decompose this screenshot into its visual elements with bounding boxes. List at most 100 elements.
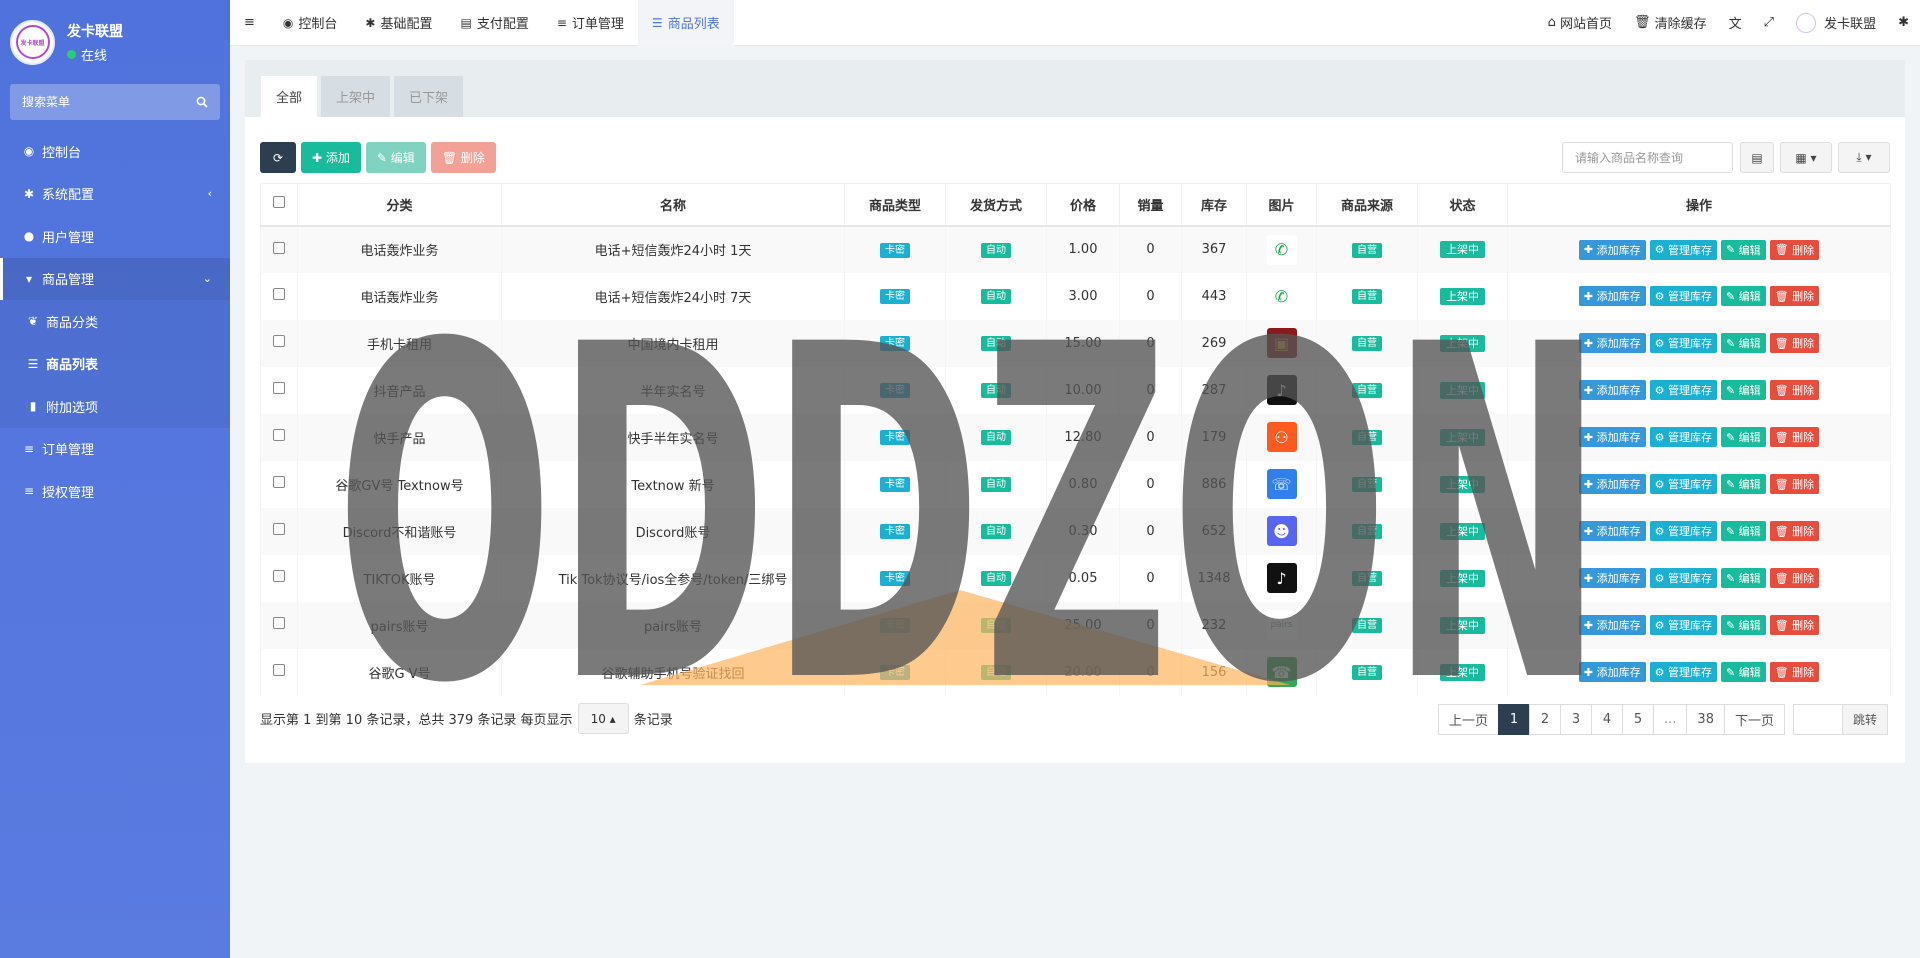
add-stock-button[interactable]: ✚ 添加库存	[1578, 333, 1646, 353]
row-delete-button[interactable]: 🗑 删除	[1769, 239, 1820, 260]
tab-orders[interactable]: ≡ 订单管理	[543, 0, 638, 46]
phone-icon[interactable]: ✆	[1266, 234, 1297, 265]
language-button[interactable]: 文	[1718, 13, 1753, 32]
tab-payment-config[interactable]: ▤ 支付配置	[446, 0, 542, 46]
row-checkbox[interactable]	[273, 476, 285, 488]
col-ship[interactable]: 发货方式	[945, 183, 1047, 227]
col-source[interactable]: 商品来源	[1316, 183, 1418, 227]
status-badge[interactable]: 上架中	[1440, 475, 1485, 493]
row-edit-button[interactable]: ✎ 编辑	[1720, 427, 1766, 447]
row-edit-button[interactable]: ✎ 编辑	[1720, 521, 1766, 541]
row-edit-button[interactable]: ✎ 编辑	[1720, 474, 1766, 494]
add-stock-button[interactable]: ✚ 添加库存	[1578, 662, 1646, 682]
table-row[interactable]: pairs账号 pairs账号 卡密 自动 25.00 0 232 pairs 自营 上架中 ✚ 添…	[260, 601, 1891, 649]
status-badge[interactable]: 上架中	[1440, 428, 1485, 446]
row-edit-button[interactable]: ✎ 编辑	[1720, 380, 1766, 400]
page-button[interactable]: 5	[1622, 704, 1655, 735]
row-delete-button[interactable]: 🗑 删除	[1769, 662, 1820, 682]
manage-stock-button[interactable]: ⚙ 管理库存	[1649, 521, 1717, 541]
sim-card-icon[interactable]: ▣	[1266, 328, 1297, 358]
row-delete-button[interactable]: 🗑 删除	[1769, 333, 1820, 353]
jump-button[interactable]: 跳转	[1841, 704, 1888, 735]
delete-button[interactable]: 🗑 删除	[430, 142, 496, 173]
sidebar-item-license[interactable]: ≡ 授权管理	[0, 470, 230, 513]
status-badge[interactable]: 上架中	[1440, 522, 1485, 540]
kuaishou-icon[interactable]: ⚇	[1266, 422, 1297, 452]
row-delete-button[interactable]: 🗑 删除	[1769, 474, 1820, 494]
add-button[interactable]: ✚ 添加	[301, 142, 361, 173]
manage-stock-button[interactable]: ⚙ 管理库存	[1649, 568, 1717, 588]
add-stock-button[interactable]: ✚ 添加库存	[1578, 286, 1646, 306]
manage-stock-button[interactable]: ⚙ 管理库存	[1649, 239, 1717, 260]
row-checkbox[interactable]	[273, 664, 285, 676]
col-status[interactable]: 状态	[1417, 183, 1508, 227]
manage-stock-button[interactable]: ⚙ 管理库存	[1649, 427, 1717, 447]
add-stock-button[interactable]: ✚ 添加库存	[1578, 474, 1646, 494]
row-checkbox[interactable]	[273, 523, 285, 535]
sidebar-item-product-category[interactable]: ❦ 商品分类	[0, 300, 230, 343]
page-button[interactable]: 2	[1529, 704, 1562, 735]
manage-stock-button[interactable]: ⚙ 管理库存	[1649, 333, 1717, 353]
row-checkbox[interactable]	[273, 335, 285, 347]
site-home-link[interactable]: ⌂ 网站首页	[1537, 13, 1623, 32]
row-checkbox[interactable]	[273, 382, 285, 394]
export-button[interactable]: ⤓ ▾	[1838, 142, 1890, 173]
manage-stock-button[interactable]: ⚙ 管理库存	[1649, 662, 1717, 682]
col-image[interactable]: 图片	[1246, 183, 1317, 227]
avatar[interactable]: 发卡联盟	[10, 19, 55, 65]
row-checkbox[interactable]	[273, 617, 285, 629]
page-button[interactable]: 3	[1560, 704, 1593, 735]
col-actions[interactable]: 操作	[1507, 183, 1891, 227]
tab-all[interactable]: 全部	[261, 76, 318, 117]
table-row[interactable]: 手机卡租用 中国境内卡租用 卡密 自动 15.00 0 269 ▣ 自营 上架中 ✚ 添加库存 ⚙ 管…	[260, 319, 1891, 367]
table-row[interactable]: Discord不和谐账号 Discord账号 卡密 自动 0.30 0 652 ☻ 自营 上架中 ✚…	[260, 507, 1891, 555]
sidebar-item-system-config[interactable]: ✱ 系统配置 ‹	[0, 173, 230, 216]
manage-stock-button[interactable]: ⚙ 管理库存	[1649, 474, 1717, 494]
row-delete-button[interactable]: 🗑 删除	[1769, 615, 1820, 635]
user-menu[interactable]: 发卡联盟	[1785, 12, 1887, 33]
sidebar-item-dashboard[interactable]: ◉ 控制台	[0, 130, 230, 173]
search-icon[interactable]	[196, 96, 208, 108]
jump-page-input[interactable]	[1792, 704, 1843, 735]
row-delete-button[interactable]: 🗑 删除	[1769, 427, 1820, 447]
add-stock-button[interactable]: ✚ 添加库存	[1578, 521, 1646, 541]
fullscreen-button[interactable]: ⤢	[1753, 15, 1785, 30]
table-row[interactable]: 抖音产品 半年实名号 卡密 自动 10.00 0 287 ♪ 自营 上架中 ✚ 添加库存 ⚙ 管理库存…	[260, 366, 1891, 414]
row-edit-button[interactable]: ✎ 编辑	[1720, 615, 1766, 635]
settings-button[interactable]: ✱	[1887, 15, 1920, 30]
row-delete-button[interactable]: 🗑 删除	[1769, 568, 1820, 588]
tab-on-sale[interactable]: 上架中	[321, 76, 391, 117]
table-row[interactable]: 快手产品 快手半年实名号 卡密 自动 12.80 0 179 ⚇ 自营 上架中 ✚ 添加库存 ⚙ 管理…	[260, 413, 1891, 461]
manage-stock-button[interactable]: ⚙ 管理库存	[1649, 615, 1717, 635]
col-type[interactable]: 商品类型	[844, 183, 946, 227]
tab-off-sale[interactable]: 已下架	[394, 76, 464, 117]
status-badge[interactable]: 上架中	[1440, 241, 1485, 258]
table-row[interactable]: TIKTOK账号 Tik Tok协议号/ios全参号/token/三绑号 卡密 自动 0…	[260, 554, 1891, 602]
table-row[interactable]: 谷歌GV号 Textnow号 Textnow 新号 卡密 自动 0.80 0 886 ☏ 自营 上…	[260, 460, 1891, 508]
row-edit-button[interactable]: ✎ 编辑	[1720, 333, 1766, 353]
row-delete-button[interactable]: 🗑 删除	[1769, 521, 1820, 541]
page-button[interactable]: 1	[1498, 704, 1531, 735]
prev-page-button[interactable]: 上一页	[1438, 704, 1500, 735]
manage-stock-button[interactable]: ⚙ 管理库存	[1649, 380, 1717, 400]
clear-cache-button[interactable]: 🗑 清除缓存	[1623, 13, 1718, 32]
tab-basic-config[interactable]: ✱ 基础配置	[351, 0, 446, 46]
page-size-select[interactable]: 10 ▴	[577, 703, 629, 734]
page-button[interactable]: 4	[1591, 704, 1624, 735]
next-page-button[interactable]: 下一页	[1723, 704, 1785, 735]
add-stock-button[interactable]: ✚ 添加库存	[1578, 427, 1646, 447]
col-stock[interactable]: 库存	[1181, 183, 1247, 227]
table-row[interactable]: 电话轰炸业务 电话+短信轰炸24小时 1天 卡密 自动 1.00 0 367 ✆ 自营 上架中 ✚ …	[260, 225, 1891, 273]
row-delete-button[interactable]: 🗑 删除	[1769, 286, 1820, 306]
status-badge[interactable]: 上架中	[1440, 381, 1485, 399]
select-all-checkbox[interactable]	[273, 196, 285, 209]
row-checkbox[interactable]	[273, 570, 285, 582]
col-price[interactable]: 价格	[1046, 183, 1120, 227]
row-edit-button[interactable]: ✎ 编辑	[1720, 239, 1766, 260]
col-sales[interactable]: 销量	[1119, 183, 1182, 227]
google-voice-icon[interactable]: ☎	[1266, 657, 1297, 687]
menu-toggle-button[interactable]: ≡	[230, 0, 269, 46]
row-checkbox[interactable]	[273, 288, 285, 300]
status-badge[interactable]: 上架中	[1440, 287, 1485, 305]
add-stock-button[interactable]: ✚ 添加库存	[1578, 239, 1646, 260]
